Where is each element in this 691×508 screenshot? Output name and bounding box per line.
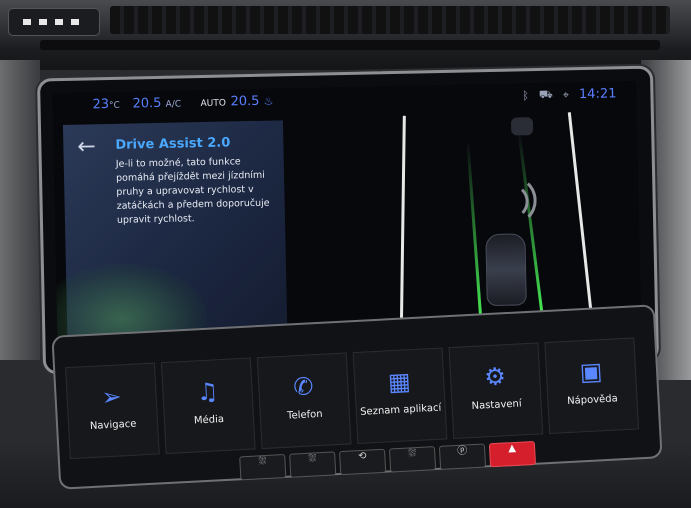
- lane-guide-left: [466, 144, 484, 335]
- outside-temp-value: 23: [92, 96, 110, 113]
- app-grid-icon: ▦: [387, 367, 412, 397]
- lane-line-left: [399, 115, 406, 336]
- outside-temperature: 23°C: [92, 96, 121, 113]
- info-description: Je-li to možné, tato funkce pomáhá přejí…: [115, 156, 270, 226]
- apps-button[interactable]: ▦ Seznam aplikací: [352, 347, 448, 445]
- media-button[interactable]: ♫ Média: [160, 357, 256, 455]
- left-climate-temp[interactable]: 20.5 A/C: [132, 95, 182, 112]
- help-label: Nápověda: [566, 393, 619, 407]
- recirculation-button[interactable]: ⟲: [339, 448, 387, 476]
- right-climate-temp[interactable]: 20.5 ♨: [230, 94, 273, 110]
- parking-button[interactable]: ⓟ: [438, 443, 487, 470]
- settings-label: Nastavení: [471, 398, 522, 413]
- auto-label[interactable]: AUTO: [200, 99, 226, 110]
- phone-label: Telefon: [286, 408, 323, 422]
- rear-defrost-button[interactable]: ⛆: [239, 453, 287, 481]
- right-temp-value: 20.5: [230, 93, 260, 110]
- front-defrost-icon: ⛆: [308, 453, 317, 465]
- gear-icon: ⚙: [483, 362, 507, 392]
- location-icon: ⌖: [562, 87, 570, 101]
- left-temp-value: 20.5: [132, 95, 162, 112]
- bluetooth-icon: ᛒ: [522, 89, 530, 103]
- dashboard-left: [0, 60, 40, 360]
- phone-button[interactable]: ✆ Telefon: [256, 352, 352, 450]
- dashboard-top: [0, 0, 691, 70]
- music-note-icon: ♫: [196, 377, 219, 407]
- help-book-icon: ▣: [578, 357, 604, 387]
- apps-label: Seznam aplikací: [359, 402, 442, 418]
- heated-screen-icon: ⛆: [407, 448, 417, 460]
- phone-icon: ✆: [292, 372, 315, 402]
- vehicle-ahead: [510, 117, 534, 136]
- outside-temp-unit: °C: [109, 100, 121, 111]
- vent-bar: [40, 40, 660, 50]
- nav-button[interactable]: ➢ Navigace: [65, 362, 160, 460]
- seat-heat-icon[interactable]: ♨: [263, 95, 273, 108]
- info-title: Drive Assist 2.0: [115, 135, 231, 153]
- ego-vehicle: [485, 233, 527, 307]
- front-defrost-button[interactable]: ⛆: [289, 451, 337, 478]
- left-vent-indicator: [8, 8, 100, 36]
- parking-icon: ⓟ: [456, 445, 468, 457]
- status-icons: ᛒ ⛟ ⌖ 14:21: [522, 86, 616, 103]
- recirculation-icon: ⟲: [357, 450, 367, 463]
- hazard-button[interactable]: ▲: [488, 440, 537, 468]
- air-vent: [110, 6, 670, 34]
- hazard-icon: ▲: [507, 442, 517, 455]
- nav-label: Navigace: [89, 418, 137, 433]
- car-icon: ⛟: [538, 87, 553, 101]
- ac-label: A/C: [165, 99, 182, 110]
- drive-assist-info-panel: ← Drive Assist 2.0 Je-li to možné, tato …: [52, 120, 288, 356]
- media-label: Média: [193, 413, 225, 427]
- navigation-arrow-icon: ➢: [100, 382, 123, 412]
- help-button[interactable]: ▣ Nápověda: [544, 337, 640, 434]
- rear-defrost-icon: ⛆: [258, 455, 267, 468]
- lane-line-right: [567, 112, 595, 332]
- back-arrow-icon[interactable]: ←: [77, 134, 96, 159]
- settings-button[interactable]: ⚙ Nastavení: [448, 342, 544, 440]
- heated-screen-button[interactable]: ⛆: [388, 446, 437, 473]
- clock: 14:21: [578, 86, 617, 103]
